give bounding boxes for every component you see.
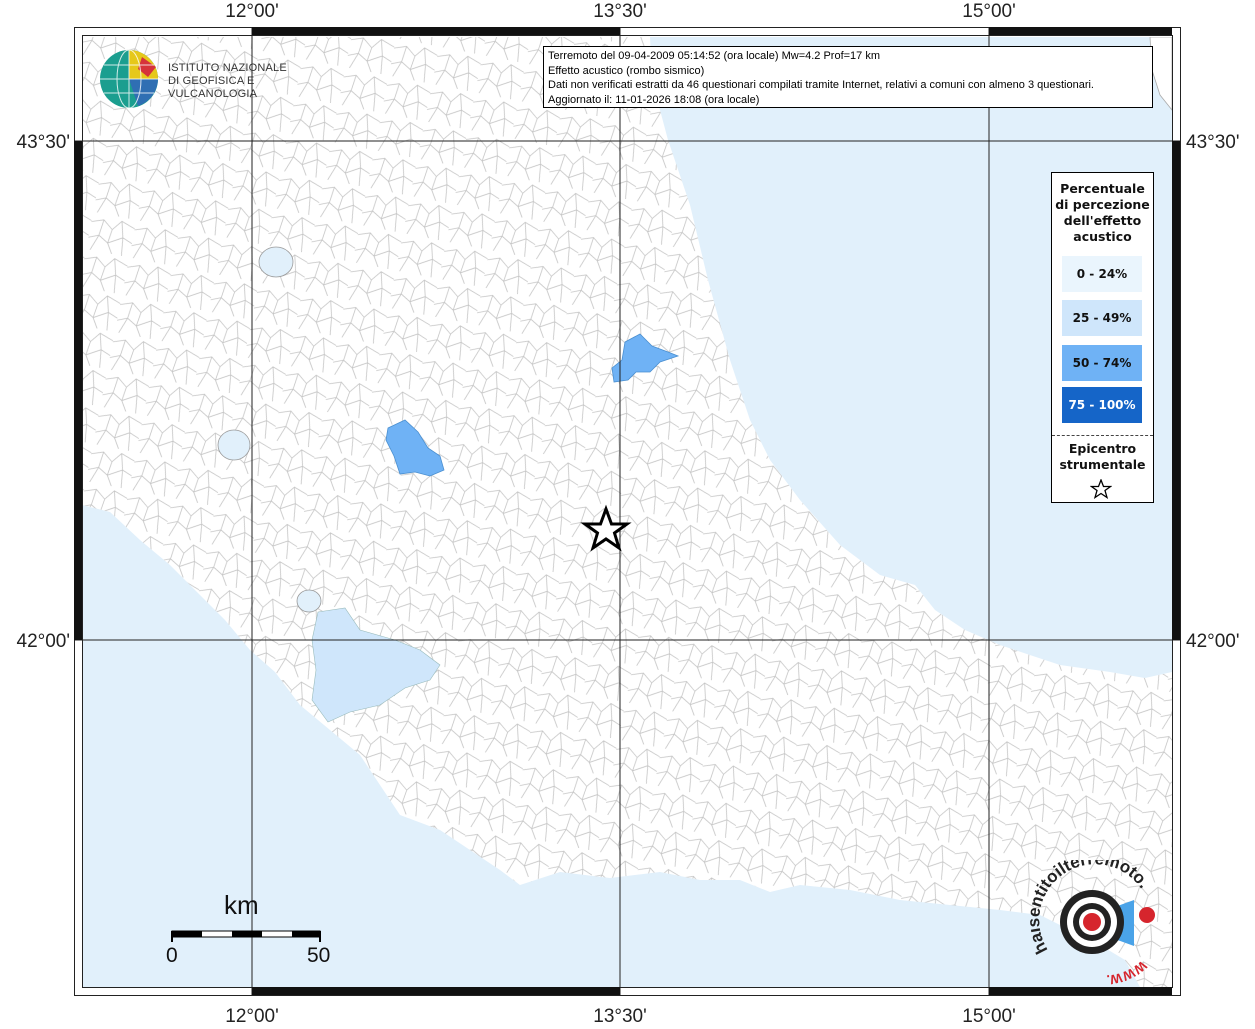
legend-epicenter-line: strumentale — [1059, 457, 1146, 472]
tick-left-2: 42°00' — [17, 631, 71, 652]
event-info-box: Terremoto del 09-04-2009 05:14:52 (ora l… — [543, 46, 1153, 108]
legend-title-line: dell'effetto — [1063, 213, 1142, 228]
tick-right-1: 43°30' — [1186, 132, 1240, 153]
tick-bottom-1: 12°00' — [225, 1006, 279, 1024]
scale-max: 50 — [307, 944, 331, 967]
legend-item-label: 50 - 74% — [1072, 356, 1132, 370]
hst-logo-url: WWW. — [1106, 958, 1150, 988]
svg-text:WWW.: WWW. — [1106, 958, 1150, 985]
tick-top-3: 15°00' — [962, 1, 1016, 22]
tick-bottom-3: 15°00' — [962, 1006, 1016, 1024]
legend-epicenter-line: Epicentro — [1068, 441, 1137, 456]
legend-item-25-49: 25 - 49% — [1062, 300, 1142, 336]
legend-title-line: di percezione — [1055, 197, 1150, 212]
ingv-logo: ISTITUTO NAZIONALE DI GEOFISICA E VULCAN… — [98, 47, 328, 111]
legend-title-line: acustico — [1073, 229, 1132, 244]
legend: Percentuale di percezione dell'effetto a… — [1051, 172, 1154, 503]
legend-title-line: Percentuale — [1060, 181, 1145, 196]
legend-title: Percentuale di percezione dell'effetto a… — [1052, 181, 1153, 245]
legend-item-label: 0 - 24% — [1076, 267, 1128, 281]
legend-item-label: 25 - 49% — [1072, 311, 1132, 325]
data-disclaimer: Dati non verificati estratti da 46 quest… — [548, 79, 1094, 91]
scale-unit: km — [224, 890, 259, 920]
legend-epicenter-label: Epicentro strumentale — [1052, 441, 1153, 473]
tick-bottom-2: 13°30' — [593, 1006, 647, 1024]
ingv-name-line2: DI GEOFISICA E VULCANOLOGIA — [168, 75, 258, 100]
lake-bracciano — [296, 589, 322, 613]
scale-bar: km 0 50 — [160, 890, 340, 970]
legend-star-icon — [1090, 479, 1112, 499]
tick-left-1: 43°30' — [17, 132, 71, 153]
lake-trasimeno — [258, 246, 294, 278]
tick-right-2: 42°00' — [1186, 631, 1240, 652]
legend-item-0-24: 0 - 24% — [1062, 256, 1142, 292]
legend-item-label: 75 - 100% — [1068, 398, 1136, 412]
ingv-globe-icon — [100, 49, 158, 109]
ingv-name-line1: ISTITUTO NAZIONALE — [168, 62, 287, 74]
effect-type: Effetto acustico (rombo sismico) — [548, 64, 705, 77]
legend-item-50-74: 50 - 74% — [1062, 345, 1142, 381]
event-title: Terremoto del 09-04-2009 05:14:52 (ora l… — [548, 50, 881, 62]
tick-top-1: 12°00' — [225, 1, 279, 22]
lake-bolsena — [217, 429, 251, 461]
hst-logo: haisentitoilterremoto.it WWW. — [1024, 845, 1175, 987]
legend-divider — [1052, 435, 1153, 436]
legend-item-75-100: 75 - 100% — [1062, 387, 1142, 423]
update-timestamp: Aggiornato il: 11-01-2026 18:08 (ora loc… — [548, 93, 760, 106]
scale-min: 0 — [166, 944, 178, 967]
hst-target-icon: haisentitoilterremoto.it WWW. — [1024, 845, 1155, 987]
tick-top-2: 13°30' — [593, 1, 647, 22]
